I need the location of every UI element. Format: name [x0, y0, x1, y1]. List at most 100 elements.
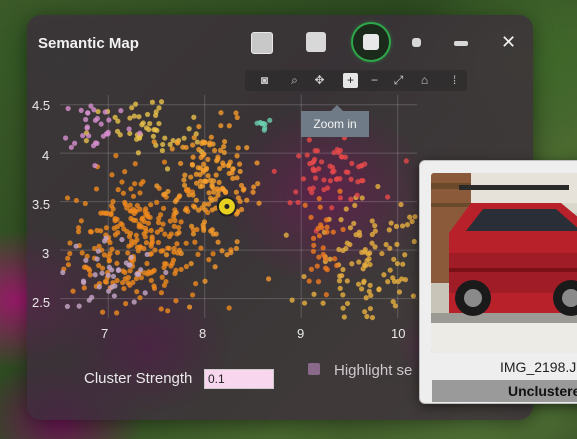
- scatter-point[interactable]: [209, 207, 215, 213]
- scatter-point[interactable]: [311, 291, 317, 297]
- scatter-point[interactable]: [325, 185, 331, 191]
- scatter-point[interactable]: [127, 130, 133, 137]
- scatter-point[interactable]: [296, 153, 302, 159]
- scatter-point[interactable]: [191, 114, 197, 120]
- scatter-point[interactable]: [161, 159, 168, 165]
- scatter-point[interactable]: [112, 232, 119, 238]
- scatter-point[interactable]: [221, 149, 227, 156]
- scatter-point[interactable]: [337, 195, 344, 201]
- cluster-strength-input[interactable]: 0.1: [204, 369, 274, 389]
- scatter-point[interactable]: [289, 297, 295, 303]
- scatter-point[interactable]: [336, 278, 343, 284]
- scatter-point[interactable]: [65, 255, 71, 261]
- scatter-point[interactable]: [99, 309, 106, 315]
- scatter-point[interactable]: [86, 133, 92, 139]
- scatter-point[interactable]: [156, 105, 162, 111]
- scatter-point[interactable]: [160, 221, 166, 227]
- scatter-point[interactable]: [320, 245, 326, 251]
- scatter-point[interactable]: [359, 286, 365, 292]
- scatter-point[interactable]: [201, 151, 207, 157]
- scatter-point[interactable]: [182, 207, 189, 213]
- scatter-point[interactable]: [120, 190, 126, 196]
- scatter-point[interactable]: [140, 120, 146, 126]
- scatter-point[interactable]: [158, 290, 165, 296]
- scatter-point[interactable]: [103, 225, 110, 231]
- scatter-point[interactable]: [158, 248, 164, 254]
- scatter-point[interactable]: [106, 117, 112, 123]
- scatter-point[interactable]: [186, 126, 192, 132]
- scatter-point[interactable]: [324, 224, 330, 230]
- scatter-point[interactable]: [312, 175, 319, 181]
- scatter-point[interactable]: [219, 248, 225, 254]
- scatter-point[interactable]: [137, 295, 143, 301]
- scatter-point[interactable]: [127, 208, 133, 214]
- scatter-point[interactable]: [351, 220, 357, 227]
- scatter-point[interactable]: [72, 140, 78, 146]
- scatter-point[interactable]: [251, 184, 257, 190]
- scatter-point[interactable]: [65, 105, 71, 112]
- scatter-point[interactable]: [316, 254, 322, 260]
- scatter-point[interactable]: [237, 198, 243, 205]
- scatter-point[interactable]: [407, 214, 413, 220]
- scatter-point[interactable]: [109, 284, 115, 290]
- scatter-point[interactable]: [132, 161, 138, 167]
- scatter-point[interactable]: [201, 227, 207, 233]
- scatter-point[interactable]: [387, 245, 393, 251]
- scatter-point[interactable]: [226, 162, 232, 168]
- scatter-point[interactable]: [181, 135, 187, 141]
- scatter-point[interactable]: [340, 226, 346, 233]
- scatter-point[interactable]: [85, 110, 91, 116]
- scatter-point[interactable]: [127, 268, 133, 274]
- scatter-point[interactable]: [64, 303, 71, 310]
- scatter-point[interactable]: [118, 220, 124, 227]
- scatter-point[interactable]: [159, 147, 165, 154]
- scatter-point[interactable]: [92, 140, 99, 146]
- scatter-point[interactable]: [233, 189, 239, 195]
- scatter-point[interactable]: [164, 166, 171, 172]
- scatter-point[interactable]: [412, 214, 418, 220]
- scatter-point[interactable]: [196, 123, 202, 130]
- scatter-point[interactable]: [151, 127, 157, 133]
- scatter-point[interactable]: [169, 146, 175, 152]
- scatter-point[interactable]: [293, 189, 299, 195]
- scatter-point[interactable]: [329, 205, 335, 211]
- scatter-point[interactable]: [214, 158, 220, 164]
- scatter-point[interactable]: [403, 158, 409, 164]
- scatter-point[interactable]: [396, 289, 403, 295]
- scatter-point[interactable]: [194, 139, 200, 145]
- scatter-point[interactable]: [205, 156, 211, 162]
- scatter-point[interactable]: [310, 235, 317, 241]
- scatter-point[interactable]: [337, 188, 343, 194]
- scatter-point[interactable]: [196, 146, 202, 153]
- scatter-point[interactable]: [332, 256, 338, 262]
- scatter-point[interactable]: [329, 164, 336, 170]
- scatter-point[interactable]: [137, 244, 143, 250]
- scatter-point[interactable]: [323, 265, 329, 271]
- scatter-point[interactable]: [188, 223, 195, 229]
- scatter-point[interactable]: [105, 131, 111, 137]
- scatter-point[interactable]: [78, 107, 84, 113]
- scatter-point[interactable]: [122, 269, 128, 276]
- scatter-point[interactable]: [173, 267, 179, 273]
- scatter-point[interactable]: [144, 260, 150, 267]
- scatter-point[interactable]: [108, 211, 114, 218]
- scatter-point[interactable]: [224, 252, 230, 258]
- scatter-point[interactable]: [393, 223, 400, 229]
- scatter-point[interactable]: [87, 272, 93, 278]
- scatter-point[interactable]: [88, 229, 94, 235]
- scatter-point[interactable]: [210, 251, 216, 257]
- scatter-point[interactable]: [402, 252, 408, 258]
- scatter-point[interactable]: [402, 277, 409, 283]
- scatter-point[interactable]: [226, 305, 232, 311]
- scatter-point[interactable]: [213, 231, 219, 237]
- scatter-point[interactable]: [131, 299, 137, 305]
- scatter-point[interactable]: [96, 262, 102, 269]
- scatter-point[interactable]: [209, 227, 215, 233]
- scatter-point[interactable]: [111, 225, 117, 231]
- scatter-point[interactable]: [155, 219, 162, 226]
- scatter-point[interactable]: [160, 205, 167, 211]
- scatter-point[interactable]: [174, 241, 180, 247]
- scatter-point[interactable]: [287, 200, 293, 206]
- scatter-point[interactable]: [348, 196, 354, 202]
- scatter-point[interactable]: [171, 245, 177, 252]
